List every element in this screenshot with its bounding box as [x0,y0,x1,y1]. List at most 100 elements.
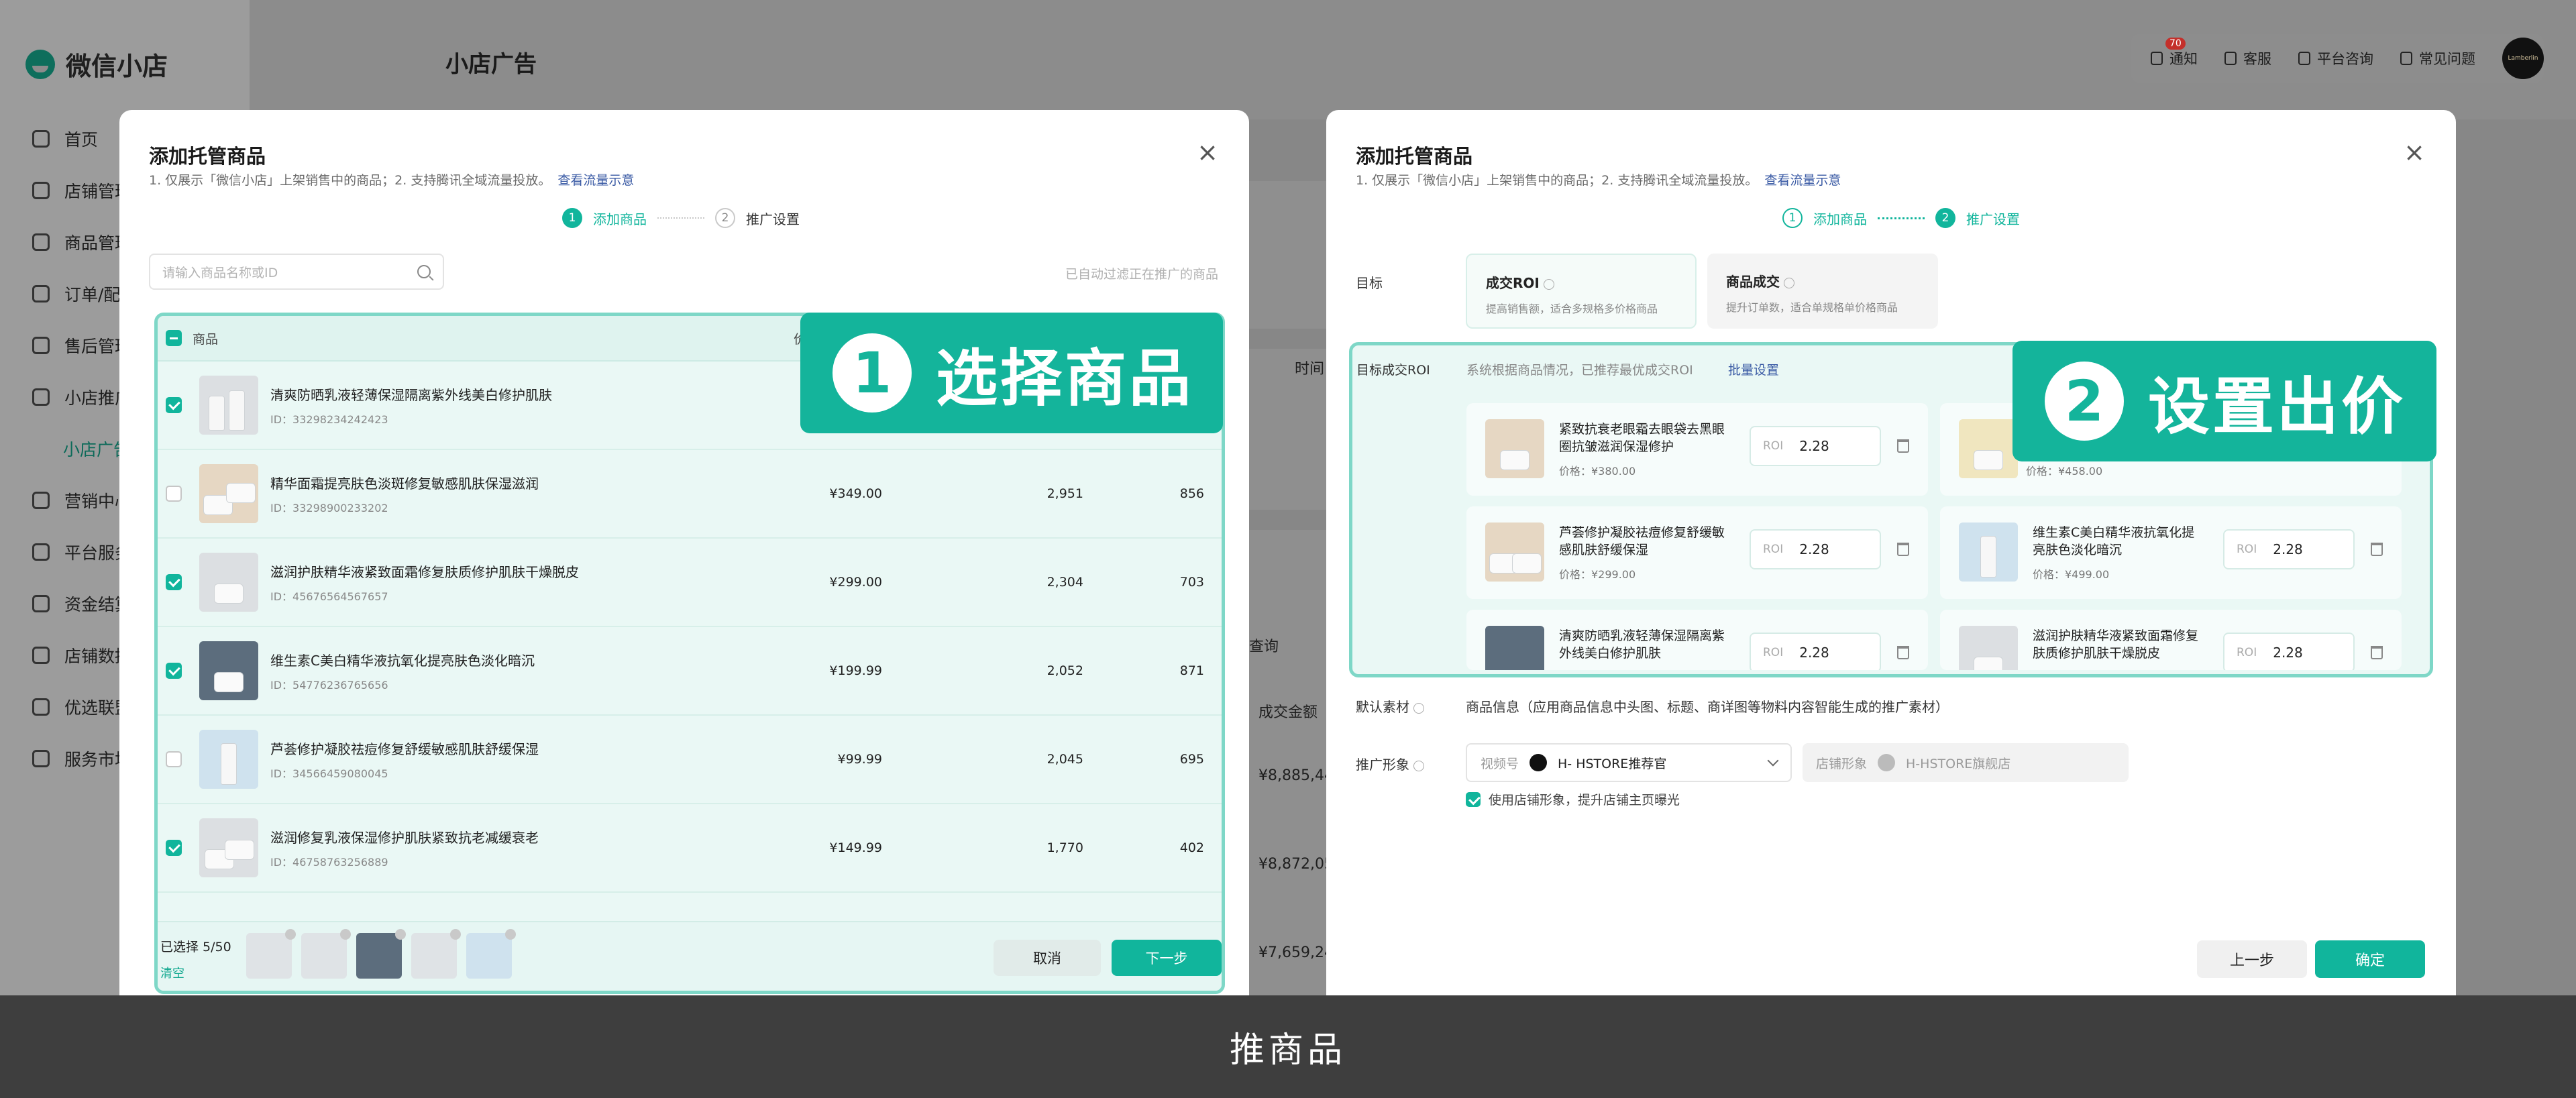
notify-badge: 70 [2165,38,2186,50]
product-thumbnail [1485,626,1544,670]
table-row[interactable]: 精华面霜提亮肤色淡斑修复敏感肌肤保湿滋润 ID：33298900233202 ¥3… [158,450,1222,539]
product-thumbnail [1485,523,1544,582]
trash-icon[interactable] [2371,646,2383,659]
product-thumbnail [199,553,258,612]
batch-setting-link[interactable]: 批量设置 [1728,360,1779,378]
close-icon[interactable]: × [1197,140,1218,165]
roi-input[interactable]: ROI 2.28 [1750,529,1881,569]
select-all-checkbox[interactable] [166,330,182,346]
goal-option-roi[interactable]: 成交ROI 提高销售额，适合多规格多价格商品 [1466,254,1697,329]
table-row[interactable]: 维生素C美白精华液抗氧化提亮肤色淡化暗沉 ID：54776236765656 ¥1… [158,627,1222,716]
roi-input[interactable]: ROI 2.28 [2223,529,2355,569]
roi-item: 滋润护肤精华液紧致面霜修复肤质修护肌肤干燥脱皮 ROI 2.28 [1940,610,2402,670]
search-placeholder: 请输入商品名称或ID [162,265,278,280]
cancel-button[interactable]: 取消 [994,940,1101,976]
row-checkbox[interactable] [166,397,182,413]
trash-icon[interactable] [2371,543,2383,556]
remove-icon[interactable] [505,929,516,940]
chart-icon [32,388,50,406]
row-checkbox[interactable] [166,486,182,502]
material-text: 商品信息（应用商品信息中头图、标题、商详图等物料内容智能生成的推广素材） [1466,699,1949,715]
step-1-label: 添加商品 [1813,211,1867,227]
callout-text: 设置出价 [2148,370,2406,443]
callout-set-bid: 2 设置出价 [2012,341,2436,461]
help-icon[interactable] [1413,702,1424,714]
remove-icon[interactable] [450,929,461,940]
caption-text: 推商品 [1229,1030,1346,1070]
remove-icon[interactable] [395,929,406,940]
faq-button[interactable]: 常见问题 [2400,48,2475,68]
service-icon [32,336,50,354]
add-product-modal-step1: 添加托管商品 1. 仅展示「微信小店」上架销售中的商品；2. 支持腾讯全域流量投… [119,110,1249,995]
row-checkbox[interactable] [166,574,182,590]
search-icon[interactable] [417,265,431,278]
avatar[interactable]: Lamberlin [2502,38,2544,79]
product-views: 402 [1179,840,1204,855]
selected-thumb[interactable] [301,929,351,979]
trash-icon[interactable] [1897,439,1909,453]
prev-step-button[interactable]: 上一步 [2197,940,2307,978]
consult-button[interactable]: 平台咨询 [2298,48,2373,68]
trash-icon[interactable] [1897,646,1909,659]
table-row[interactable]: 滋润护肤精华液紧致面霜修复肤质修护肌肤干燥脱皮 ID：45676564567657… [158,539,1222,627]
product-name: 滋润护肤精华液紧致面霜修复肤质修护肌肤干燥脱皮 [270,563,579,580]
modal-title: 添加托管商品 [149,145,266,168]
selected-thumb[interactable] [356,929,406,979]
callout-number: 2 [2045,362,2124,441]
chevron-down-icon [1767,755,1779,767]
selected-thumb[interactable] [466,929,516,979]
use-store-checkbox[interactable] [1466,791,1481,807]
roi-item-name: 滋润护肤精华液紧致面霜修复肤质修护肌肤干燥脱皮 [2033,628,2199,661]
roi-input[interactable]: ROI 2.28 [1750,633,1881,670]
support-button[interactable]: 客服 [2224,48,2271,68]
row-checkbox[interactable] [166,840,182,856]
selected-thumb[interactable] [411,929,461,979]
app-logo[interactable]: 微信小店 [25,46,168,83]
goal-roi-desc: 提高销售额，适合多规格多价格商品 [1486,303,1658,315]
help-icon[interactable] [1784,277,1794,288]
video-key: 视频号 [1481,756,1519,771]
remove-icon[interactable] [340,929,351,940]
roi-input[interactable]: ROI 2.28 [2223,633,2355,670]
remove-icon[interactable] [285,929,296,940]
roi-item: 清爽防晒乳液轻薄保湿隔离紫外线美白修护肌肤 ROI 2.28 [1466,610,1928,670]
roi-prefix: ROI [2237,646,2257,659]
data-icon [32,646,50,664]
store-avatar-icon [1878,754,1896,771]
traffic-demo-link[interactable]: 查看流量示意 [1764,173,1841,188]
next-step-button[interactable]: 下一步 [1112,940,1222,976]
product-thumbnail [199,730,258,789]
trash-icon[interactable] [1897,543,1909,556]
table-footer: 已选择 5/50 清空 取消 下一步 [158,921,1222,991]
consult-label: 平台咨询 [2317,51,2373,67]
stepper: 1 添加商品 2 推广设置 [562,208,800,228]
logo-text: 微信小店 [66,52,168,81]
modal-title: 添加托管商品 [1356,145,1473,168]
traffic-demo-link[interactable]: 查看流量示意 [557,173,634,188]
help-icon[interactable] [1543,278,1554,290]
close-icon[interactable]: × [2404,140,2425,165]
selected-thumb[interactable] [246,929,296,979]
product-views: 703 [1179,575,1204,590]
notify-button[interactable]: 通知 70 [2151,38,2198,68]
row-checkbox[interactable] [166,751,182,767]
step-2-label: 推广设置 [746,211,800,227]
table-row[interactable]: 芦荟修护凝胶祛痘修复舒缓敏感肌肤舒缓保湿 ID：34566459080045 ¥9… [158,716,1222,804]
roi-input[interactable]: ROI 2.28 [1750,426,1881,466]
goal-option-deal[interactable]: 商品成交 提升订单数，适合单规格单价格商品 [1707,254,1938,329]
callout-text: 选择商品 [936,342,1194,415]
search-input[interactable]: 请输入商品名称或ID [149,254,444,290]
bag-icon [32,233,50,251]
roi-value: 2.28 [1799,541,1829,557]
confirm-button[interactable]: 确定 [2315,940,2425,978]
help-icon[interactable] [1413,760,1424,771]
product-price: ¥149.99 [829,840,882,855]
bell-icon [2151,52,2163,65]
row-checkbox[interactable] [166,663,182,679]
clear-selection-link[interactable]: 清空 [160,964,184,981]
use-store-option[interactable]: 使用店铺形象，提升店铺主页曝光 [1466,790,1680,808]
step-connector [1878,217,1925,219]
video-account-select[interactable]: 视频号 H- HSTORE推荐官 [1466,743,1792,782]
roi-item-price: 价格：¥380.00 [1559,465,1636,478]
table-row[interactable]: 滋润修复乳液保湿修护肌肤紧致抗老减缓衰老 ID：46758763256889 ¥1… [158,804,1222,893]
